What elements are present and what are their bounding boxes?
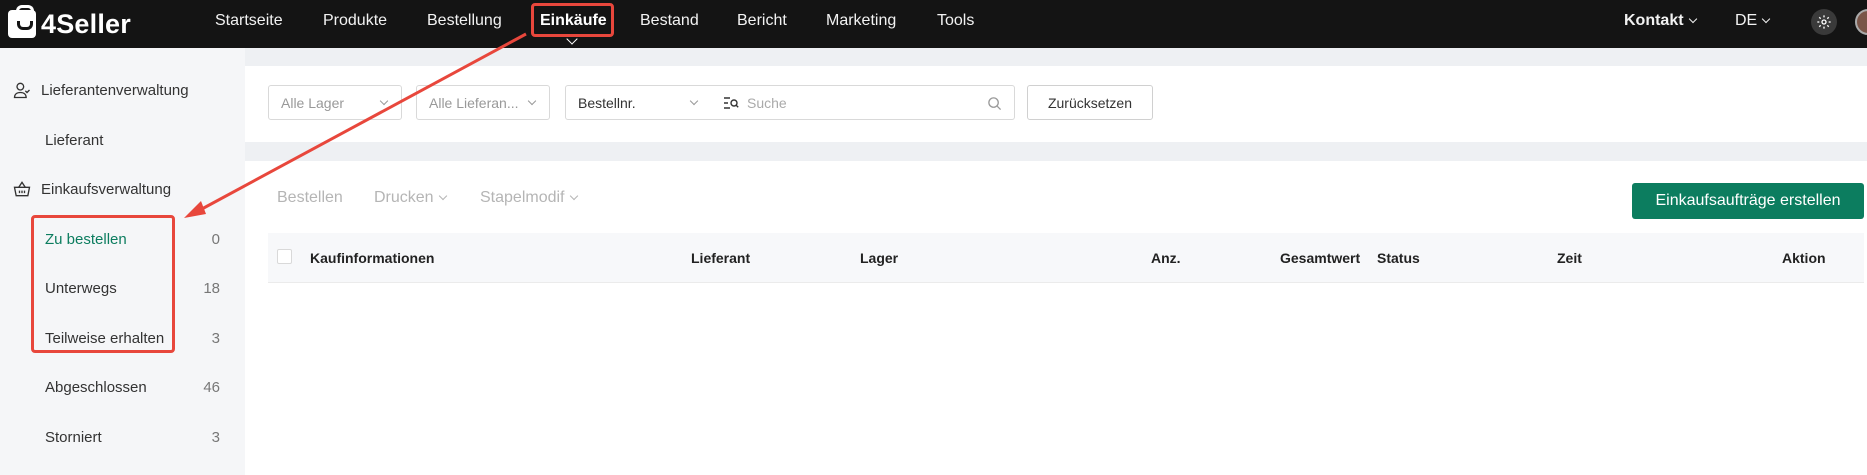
orders-panel bbox=[245, 161, 1867, 475]
sidebar-item-count: 0 bbox=[211, 230, 220, 248]
chevron-down-icon bbox=[438, 191, 447, 201]
select-all-checkbox[interactable] bbox=[277, 249, 292, 264]
nav-marketing[interactable]: Marketing bbox=[826, 0, 896, 42]
sidebar-item-label: Storniert bbox=[45, 428, 102, 446]
nav-bericht[interactable]: Bericht bbox=[737, 0, 787, 42]
sidebar-item-abgeschlossen[interactable]: Abgeschlossen 46 bbox=[45, 375, 220, 399]
batch-edit-label: Stapelmodif bbox=[480, 189, 565, 206]
search-field-select-value: Bestellnr. bbox=[578, 94, 636, 111]
sidebar-item-teilweise-erhalten[interactable]: Teilweise erhalten 3 bbox=[45, 326, 220, 350]
sidebar-item-count: 3 bbox=[211, 428, 220, 446]
language-label: DE bbox=[1735, 12, 1758, 29]
contact-label: Kontakt bbox=[1624, 12, 1684, 29]
column-header-anzahl[interactable]: Anz. bbox=[1151, 250, 1181, 266]
chevron-down-icon bbox=[1688, 14, 1697, 24]
column-header-aktion[interactable]: Aktion bbox=[1782, 250, 1826, 266]
sidebar-item-count: 3 bbox=[211, 329, 220, 347]
column-header-zeit[interactable]: Zeit bbox=[1557, 250, 1582, 266]
shopping-bag-icon bbox=[8, 5, 36, 38]
column-header-gesamtwert[interactable]: Gesamtwert bbox=[1280, 250, 1360, 266]
brand-name: 4Seller bbox=[41, 8, 131, 39]
sidebar-item-count: 46 bbox=[203, 378, 220, 396]
sidebar-item-label: Unterwegs bbox=[45, 279, 117, 297]
sidebar-group-label: Lieferantenverwaltung bbox=[41, 81, 189, 99]
chevron-down-icon bbox=[379, 96, 389, 106]
language-menu[interactable]: DE bbox=[1735, 0, 1771, 42]
search-icon[interactable] bbox=[987, 96, 1002, 111]
reset-button[interactable]: Zurücksetzen bbox=[1027, 85, 1153, 120]
nav-tools[interactable]: Tools bbox=[937, 0, 974, 42]
sidebar-item-unterwegs[interactable]: Unterwegs 18 bbox=[45, 276, 220, 300]
supplier-select-value: Alle Lieferan... bbox=[429, 94, 519, 111]
sidebar-item-zu-bestellen[interactable]: Zu bestellen 0 bbox=[45, 227, 220, 251]
sidebar-group-label: Einkaufsverwaltung bbox=[41, 180, 172, 198]
nav-produkte[interactable]: Produkte bbox=[323, 0, 387, 42]
settings-button[interactable] bbox=[1811, 9, 1837, 35]
list-search-icon bbox=[724, 96, 739, 109]
column-header-status[interactable]: Status bbox=[1377, 250, 1420, 266]
batch-edit-menu[interactable]: Stapelmodif bbox=[480, 189, 578, 207]
create-purchase-orders-button[interactable]: Einkaufsaufträge erstellen bbox=[1632, 183, 1864, 219]
sidebar-item-label: Abgeschlossen bbox=[45, 378, 147, 396]
print-menu[interactable]: Drucken bbox=[374, 189, 447, 207]
sidebar-group-einkaufsverwaltung[interactable]: Einkaufsverwaltung bbox=[12, 177, 171, 201]
column-header-kaufinformationen[interactable]: Kaufinformationen bbox=[310, 250, 434, 266]
print-label: Drucken bbox=[374, 189, 434, 206]
basket-icon bbox=[13, 181, 31, 197]
sidebar-item-label: Lieferant bbox=[45, 131, 104, 149]
sidebar-group-lieferantenverwaltung[interactable]: Lieferantenverwaltung bbox=[12, 78, 189, 102]
gear-icon bbox=[1817, 15, 1831, 29]
search-field-select[interactable]: Bestellnr. bbox=[565, 85, 712, 120]
column-header-lieferant[interactable]: Lieferant bbox=[691, 250, 750, 266]
brand-logo[interactable]: 4Seller bbox=[8, 5, 131, 40]
chevron-down-icon bbox=[689, 96, 699, 106]
supplier-select[interactable]: Alle Lieferan... bbox=[416, 85, 550, 120]
table-header bbox=[268, 233, 1864, 283]
search-input[interactable]: Suche bbox=[711, 85, 1015, 120]
sidebar-item-label: Teilweise erhalten bbox=[45, 329, 165, 347]
warehouse-select[interactable]: Alle Lager bbox=[268, 85, 402, 120]
column-header-lager[interactable]: Lager bbox=[860, 250, 898, 266]
chevron-down-icon bbox=[569, 191, 578, 201]
user-icon bbox=[13, 82, 30, 99]
nav-startseite[interactable]: Startseite bbox=[215, 0, 283, 42]
sidebar bbox=[0, 48, 245, 475]
chevron-down-icon bbox=[1761, 14, 1771, 24]
sidebar-item-count: 18 bbox=[203, 279, 220, 297]
warehouse-select-value: Alle Lager bbox=[281, 94, 345, 111]
nav-bestellung[interactable]: Bestellung bbox=[427, 0, 502, 42]
chevron-down-icon bbox=[527, 96, 537, 106]
sidebar-item-label: Zu bestellen bbox=[45, 230, 127, 248]
user-avatar[interactable] bbox=[1855, 9, 1867, 35]
sidebar-item-storniert[interactable]: Storniert 3 bbox=[45, 425, 220, 449]
nav-bestand[interactable]: Bestand bbox=[640, 0, 699, 42]
top-navigation-bar: 4Seller Startseite Produkte Bestellung E… bbox=[0, 0, 1867, 48]
search-placeholder: Suche bbox=[747, 94, 787, 111]
sidebar-item-lieferant[interactable]: Lieferant bbox=[45, 128, 220, 152]
order-button[interactable]: Bestellen bbox=[277, 189, 343, 207]
contact-menu[interactable]: Kontakt bbox=[1624, 0, 1697, 42]
